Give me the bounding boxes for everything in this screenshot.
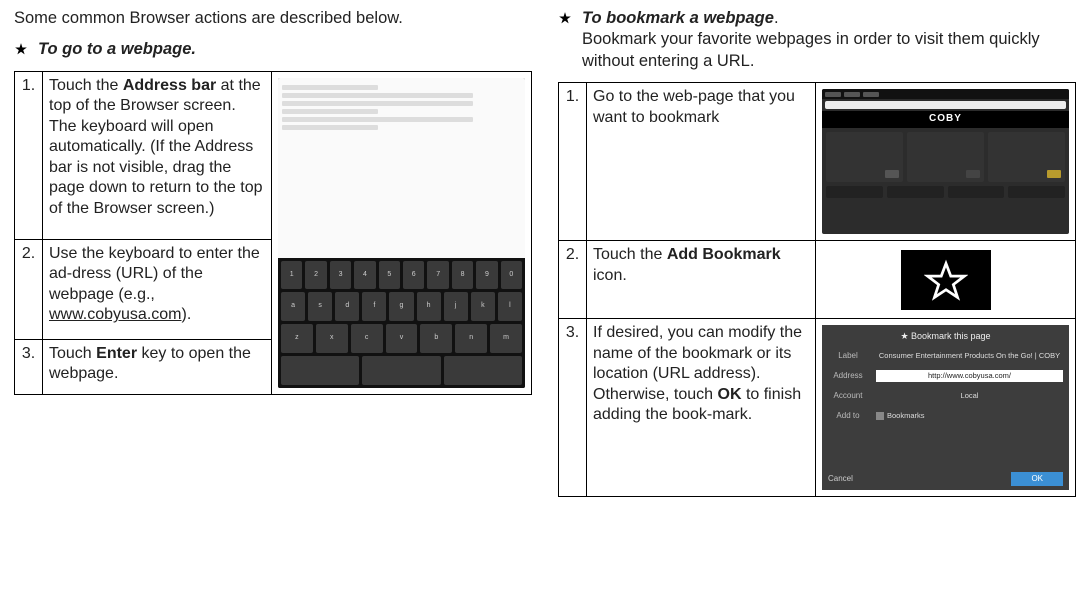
- table-row: 1. Go to the web-page that you want to b…: [559, 83, 1076, 241]
- section-heading-bookmark: To bookmark a webpage. Bookmark your fav…: [558, 8, 1076, 72]
- bookmark-dialog-thumbnail: ★ Bookmark this page LabelConsumer Enter…: [822, 325, 1069, 490]
- section-heading-goto: To go to a webpage.: [14, 39, 532, 60]
- goto-steps-table: 1. Touch the Address bar at the top of t…: [14, 71, 532, 395]
- step-text: Touch Enter key to open the webpage.: [43, 339, 272, 394]
- step-number: 3.: [15, 339, 43, 394]
- browser-keyboard-thumbnail: 1234567890 asdfghjkl zxcvbnm: [278, 78, 525, 388]
- add-bookmark-icon: [901, 250, 991, 310]
- step-text: Use the keyboard to enter the ad-dress (…: [43, 239, 272, 339]
- step-text: If desired, you can modify the name of t…: [587, 319, 816, 497]
- right-column: To bookmark a webpage. Bookmark your fav…: [558, 8, 1076, 497]
- bookmark-steps-table: 1. Go to the web-page that you want to b…: [558, 82, 1076, 497]
- left-column: Some common Browser actions are describe…: [14, 8, 532, 497]
- step-image-keyboard: 1234567890 asdfghjkl zxcvbnm: [272, 71, 532, 394]
- step-number: 2.: [559, 241, 587, 319]
- step-number: 2.: [15, 239, 43, 339]
- step-number: 1.: [559, 83, 587, 241]
- bookmark-icon: [876, 412, 884, 420]
- intro-text: Some common Browser actions are describe…: [14, 8, 532, 29]
- step-image-coby-site: COBY: [816, 83, 1076, 241]
- heading-label: To go to a webpage.: [38, 39, 196, 60]
- table-row: 1. Touch the Address bar at the top of t…: [15, 71, 532, 239]
- step-number: 3.: [559, 319, 587, 497]
- step-image-bookmark-dialog: ★ Bookmark this page LabelConsumer Enter…: [816, 319, 1076, 497]
- step-number: 1.: [15, 71, 43, 239]
- step-text: Go to the web-page that you want to book…: [587, 83, 816, 241]
- table-row: 3. If desired, you can modify the name o…: [559, 319, 1076, 497]
- star-icon: [14, 42, 28, 56]
- heading-label: To bookmark a webpage. Bookmark your fav…: [582, 8, 1076, 72]
- coby-site-thumbnail: COBY: [822, 89, 1069, 234]
- table-row: 2. Touch the Add Bookmark icon.: [559, 241, 1076, 319]
- step-text: Touch the Add Bookmark icon.: [587, 241, 816, 319]
- step-text: Touch the Address bar at the top of the …: [43, 71, 272, 239]
- ok-button: OK: [1011, 472, 1063, 486]
- step-image-star-icon: [816, 241, 1076, 319]
- cancel-button: Cancel: [828, 474, 853, 484]
- star-icon: [558, 11, 572, 25]
